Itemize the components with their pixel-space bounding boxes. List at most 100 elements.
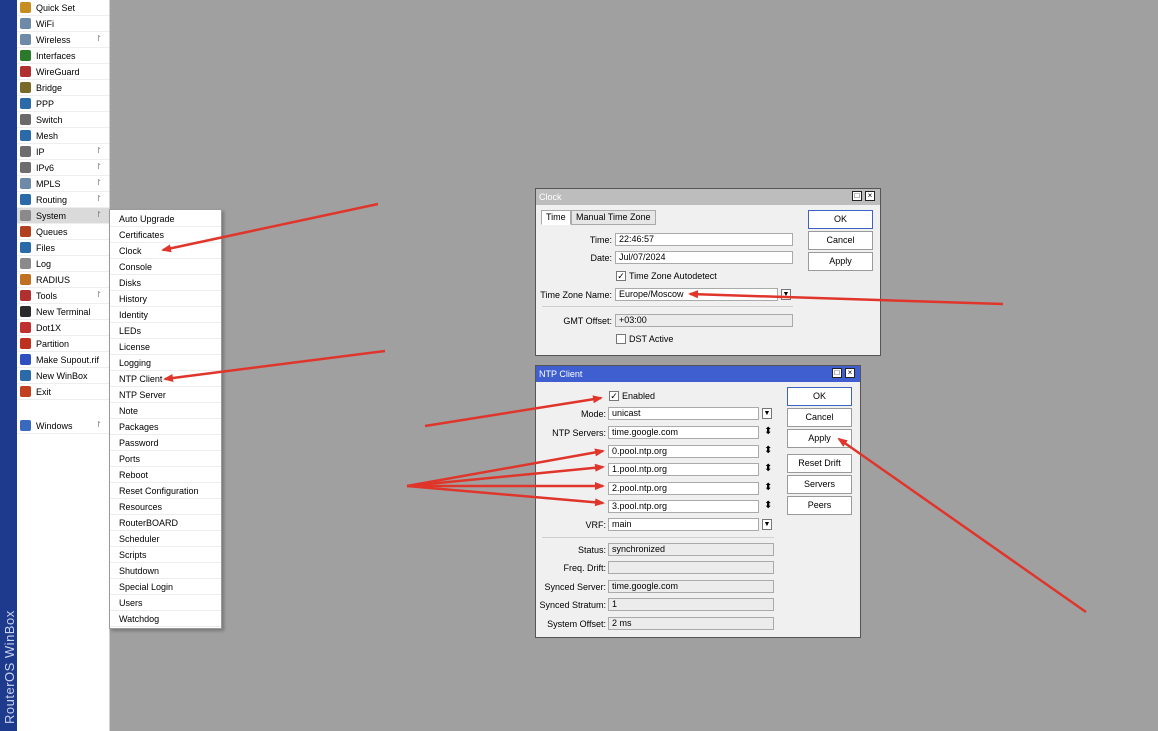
menu-item-new-winbox[interactable]: New WinBox bbox=[17, 368, 109, 384]
add-remove-server-icon[interactable]: ⬍ bbox=[764, 500, 772, 512]
submenu-item-license[interactable]: License bbox=[110, 339, 221, 355]
menu-item-routing[interactable]: Routing ↾ bbox=[17, 192, 109, 208]
submenu-item-ntp-server[interactable]: NTP Server bbox=[110, 387, 221, 403]
submenu-item-ntp-client[interactable]: NTP Client bbox=[110, 371, 221, 387]
menu-item-make-supout-rif[interactable]: Make Supout.rif bbox=[17, 352, 109, 368]
submenu-item-packages[interactable]: Packages bbox=[110, 419, 221, 435]
menu-item-radius[interactable]: RADIUS bbox=[17, 272, 109, 288]
submenu-item-scripts[interactable]: Scripts bbox=[110, 547, 221, 563]
ppp-icon bbox=[20, 98, 31, 109]
submenu-item-auto-upgrade[interactable]: Auto Upgrade bbox=[110, 211, 221, 227]
tab-manual-time-zone[interactable]: Manual Time Zone bbox=[571, 210, 656, 225]
menu-item-wireguard[interactable]: WireGuard bbox=[17, 64, 109, 80]
add-remove-server-icon[interactable]: ⬍ bbox=[764, 482, 772, 494]
menu-item-dot1x[interactable]: Dot1X bbox=[17, 320, 109, 336]
menu-item-log[interactable]: Log bbox=[17, 256, 109, 272]
menu-item-new-terminal[interactable]: New Terminal bbox=[17, 304, 109, 320]
enabled-checkbox[interactable]: ✓ bbox=[609, 391, 619, 401]
windows-icon bbox=[20, 420, 31, 431]
submenu-item-password[interactable]: Password bbox=[110, 435, 221, 451]
menu-item-ip[interactable]: IP ↾ bbox=[17, 144, 109, 160]
menu-item-files[interactable]: Files bbox=[17, 240, 109, 256]
menu-item-ppp[interactable]: PPP bbox=[17, 96, 109, 112]
submenu-item-reset-configuration[interactable]: Reset Configuration bbox=[110, 483, 221, 499]
cancel-button[interactable]: Cancel bbox=[808, 231, 873, 250]
add-remove-server-icon[interactable]: ⬍ bbox=[764, 463, 772, 475]
submenu-item-logging[interactable]: Logging bbox=[110, 355, 221, 371]
submenu-item-history[interactable]: History bbox=[110, 291, 221, 307]
menu-item-bridge[interactable]: Bridge bbox=[17, 80, 109, 96]
time-zone-dropdown-icon[interactable]: ▼ bbox=[781, 289, 791, 300]
submenu-item-special-login[interactable]: Special Login bbox=[110, 579, 221, 595]
ntp-server-field[interactable]: time.google.com bbox=[608, 426, 759, 439]
submenu-item-reboot[interactable]: Reboot bbox=[110, 467, 221, 483]
menu-item-mpls[interactable]: MPLS ↾ bbox=[17, 176, 109, 192]
date-field[interactable]: Jul/07/2024 bbox=[615, 251, 793, 264]
submenu-item-users[interactable]: Users bbox=[110, 595, 221, 611]
maximize-icon[interactable]: □ bbox=[852, 191, 862, 201]
partition-icon bbox=[20, 338, 31, 349]
clock-titlebar[interactable]: Clock □ × bbox=[536, 189, 880, 205]
menu-item-switch[interactable]: Switch bbox=[17, 112, 109, 128]
submenu-item-console[interactable]: Console bbox=[110, 259, 221, 275]
menu-item-label: IPv6 bbox=[36, 162, 55, 173]
servers-button[interactable]: Servers bbox=[787, 475, 852, 494]
vrf-dropdown-icon[interactable]: ▼ bbox=[762, 519, 772, 530]
mode-dropdown-icon[interactable]: ▼ bbox=[762, 408, 772, 419]
submenu-item-disks[interactable]: Disks bbox=[110, 275, 221, 291]
dst-active-checkbox[interactable] bbox=[616, 334, 626, 344]
menu-item-ipv6[interactable]: IPv6 ↾ bbox=[17, 160, 109, 176]
submenu-item-scheduler[interactable]: Scheduler bbox=[110, 531, 221, 547]
ntp-server-field[interactable]: 3.pool.ntp.org bbox=[608, 500, 759, 513]
menu-item-system[interactable]: System ↾ bbox=[17, 208, 109, 224]
submenu-item-leds[interactable]: LEDs bbox=[110, 323, 221, 339]
submenu-item-resources[interactable]: Resources bbox=[110, 499, 221, 515]
submenu-item-shutdown[interactable]: Shutdown bbox=[110, 563, 221, 579]
peers-button[interactable]: Peers bbox=[787, 496, 852, 515]
apply-button[interactable]: Apply bbox=[787, 429, 852, 448]
menu-item-label: New Terminal bbox=[36, 306, 91, 317]
submenu-item-ports[interactable]: Ports bbox=[110, 451, 221, 467]
menu-item-queues[interactable]: Queues bbox=[17, 224, 109, 240]
mode-select[interactable]: unicast bbox=[608, 407, 759, 420]
main-menu: Quick Set WiFi Wireless ↾ Interfaces WireGuar… bbox=[17, 0, 110, 731]
submenu-item-certificates[interactable]: Certificates bbox=[110, 227, 221, 243]
submenu-item-identity[interactable]: Identity bbox=[110, 307, 221, 323]
reset-drift-button[interactable]: Reset Drift bbox=[787, 454, 852, 473]
menu-item-partition[interactable]: Partition bbox=[17, 336, 109, 352]
submenu-item-routerboard[interactable]: RouterBOARD bbox=[110, 515, 221, 531]
close-icon[interactable]: × bbox=[845, 368, 855, 378]
menu-item-tools[interactable]: Tools ↾ bbox=[17, 288, 109, 304]
close-icon[interactable]: × bbox=[865, 191, 875, 201]
submenu-arrow-icon: ↾ bbox=[95, 420, 102, 429]
submenu-item-clock[interactable]: Clock bbox=[110, 243, 221, 259]
menu-item-wireless[interactable]: Wireless ↾ bbox=[17, 32, 109, 48]
menu-item-windows[interactable]: Windows ↾ bbox=[17, 418, 109, 434]
menu-item-label: Bridge bbox=[36, 82, 63, 93]
cancel-button[interactable]: Cancel bbox=[787, 408, 852, 427]
vrf-select[interactable]: main bbox=[608, 518, 759, 531]
menu-item-interfaces[interactable]: Interfaces bbox=[17, 48, 109, 64]
menu-item-mesh[interactable]: Mesh bbox=[17, 128, 109, 144]
submenu-item-note[interactable]: Note bbox=[110, 403, 221, 419]
ok-button[interactable]: OK bbox=[787, 387, 852, 406]
time-zone-autodetect-checkbox[interactable]: ✓ bbox=[616, 271, 626, 281]
ntp-server-field[interactable]: 0.pool.ntp.org bbox=[608, 444, 759, 458]
menu-item-quick-set[interactable]: Quick Set bbox=[17, 0, 109, 16]
menu-item-exit[interactable]: Exit bbox=[17, 384, 109, 400]
time-field[interactable]: 22:46:57 bbox=[615, 233, 793, 246]
time-zone-name-select[interactable]: Europe/Moscow bbox=[615, 288, 778, 301]
menu-item-wifi[interactable]: WiFi bbox=[17, 16, 109, 32]
apply-button[interactable]: Apply bbox=[808, 252, 873, 271]
tab-time[interactable]: Time bbox=[541, 210, 571, 225]
add-remove-server-icon[interactable]: ⬍ bbox=[764, 426, 772, 438]
maximize-icon[interactable]: □ bbox=[832, 368, 842, 378]
ntp-server-field[interactable]: 2.pool.ntp.org bbox=[608, 481, 759, 495]
ntp-server-field[interactable]: 1.pool.ntp.org bbox=[608, 463, 759, 476]
ok-button[interactable]: OK bbox=[808, 210, 873, 229]
ntp-titlebar[interactable]: NTP Client □ × bbox=[536, 366, 860, 382]
ip-icon bbox=[20, 146, 31, 157]
date-label: Date: bbox=[590, 253, 612, 263]
submenu-item-watchdog[interactable]: Watchdog bbox=[110, 611, 221, 627]
add-remove-server-icon[interactable]: ⬍ bbox=[764, 445, 772, 457]
